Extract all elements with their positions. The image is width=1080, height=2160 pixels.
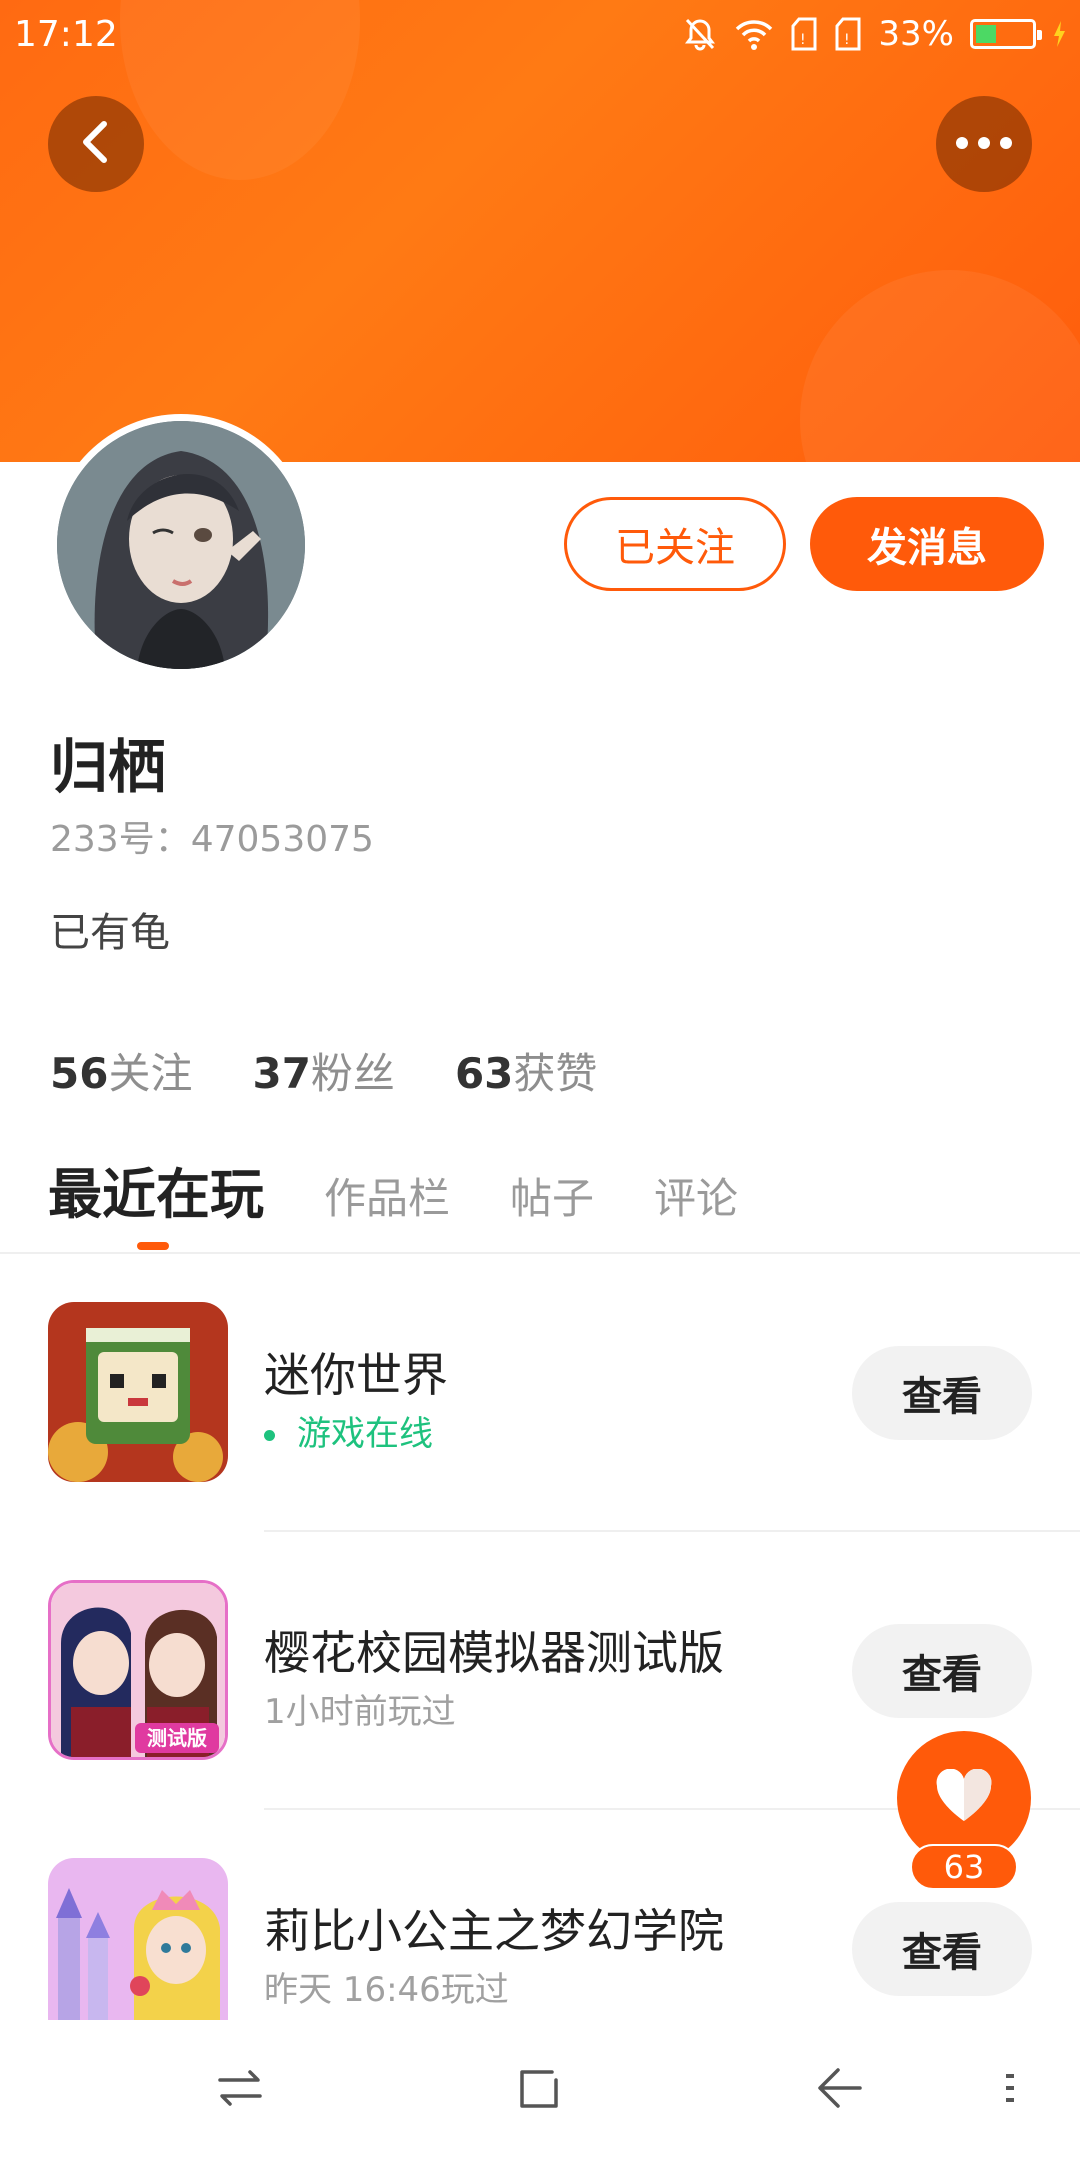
stat-number: 37 — [252, 1049, 311, 1098]
view-button[interactable]: 查看 — [852, 1624, 1032, 1718]
view-button[interactable]: 查看 — [852, 1346, 1032, 1440]
system-navigation-bar — [0, 2020, 1080, 2160]
nav-menu-button[interactable] — [990, 2060, 1030, 2120]
tab-recently-playing[interactable]: 最近在玩 — [48, 1150, 264, 1229]
game-icon-mini-world — [48, 1302, 228, 1482]
more-button[interactable] — [936, 96, 1032, 192]
game-icon-badge: 测试版 — [147, 1726, 207, 1750]
game-list-item[interactable]: 迷你世界 游戏在线 查看 — [0, 1254, 1080, 1532]
send-message-button[interactable]: 发消息 — [810, 497, 1044, 591]
sim2-icon: ! — [834, 16, 862, 52]
stat-number: 56 — [50, 1049, 109, 1098]
profile-tabs: 最近在玩 作品栏 帖子 评论 — [48, 1150, 798, 1229]
game-icon-libby-princess — [48, 1858, 228, 2020]
back-button[interactable] — [48, 96, 144, 192]
tab-works[interactable]: 作品栏 — [324, 1165, 450, 1226]
game-online-status: 游戏在线 — [264, 1406, 433, 1455]
svg-text:!: ! — [800, 32, 806, 48]
username: 归栖 — [50, 733, 167, 801]
stat-likes: 63获赞 — [455, 1040, 597, 1101]
nav-recents-button[interactable] — [210, 2060, 270, 2120]
stat-number: 63 — [454, 1049, 514, 1098]
active-tab-indicator — [137, 1242, 169, 1250]
status-bar: 17:12 ! ! 33% — [0, 0, 1080, 74]
stat-label: 关注 — [108, 1049, 193, 1098]
back-arrow-icon — [76, 118, 116, 170]
stat-fans[interactable]: 37粉丝 — [252, 1040, 394, 1101]
user-bio: 已有龟 — [50, 910, 170, 956]
charging-icon — [1052, 19, 1066, 49]
game-title: 迷你世界 — [264, 1348, 448, 1402]
nav-back-button[interactable] — [810, 2060, 870, 2120]
tab-comments[interactable]: 评论 — [654, 1165, 738, 1226]
heart-icon — [934, 1768, 994, 1827]
more-dots-icon — [954, 135, 1014, 154]
tab-posts[interactable]: 帖子 — [510, 1165, 594, 1226]
user-id: 233号：47053075 — [50, 810, 374, 862]
nav-home-button[interactable] — [510, 2060, 570, 2120]
back-triangle-icon — [816, 2066, 864, 2114]
avatar[interactable] — [50, 414, 312, 676]
game-icon-sakura-school: 测试版 — [48, 1580, 228, 1760]
menu-icon — [1000, 2068, 1020, 2112]
sim1-icon: ! — [790, 16, 818, 52]
game-last-played: 昨天 16:46玩过 — [264, 1970, 509, 2010]
bell-muted-icon — [682, 16, 718, 52]
like-count-badge: 63 — [910, 1844, 1018, 1890]
game-title: 莉比小公主之梦幻学院 — [264, 1904, 724, 1958]
game-last-played: 1小时前玩过 — [264, 1692, 456, 1732]
status-time: 17:12 — [14, 14, 118, 55]
stats-row: 56关注 37粉丝 63获赞 — [50, 1040, 597, 1101]
home-square-icon — [518, 2066, 562, 2114]
stat-label: 获赞 — [513, 1049, 598, 1098]
game-title: 樱花校园模拟器测试版 — [264, 1626, 724, 1680]
view-button[interactable]: 查看 — [852, 1902, 1032, 1996]
battery-icon — [970, 19, 1042, 49]
followed-button[interactable]: 已关注 — [564, 497, 786, 591]
battery-percent: 33% — [878, 14, 954, 54]
stat-following[interactable]: 56关注 — [50, 1040, 192, 1101]
wifi-icon — [734, 17, 774, 51]
switch-arrows-icon — [216, 2066, 264, 2114]
stat-label: 粉丝 — [310, 1049, 395, 1098]
user-id-value: 47053075 — [190, 819, 374, 860]
user-id-label: 233号： — [50, 819, 191, 860]
svg-text:!: ! — [844, 32, 850, 48]
